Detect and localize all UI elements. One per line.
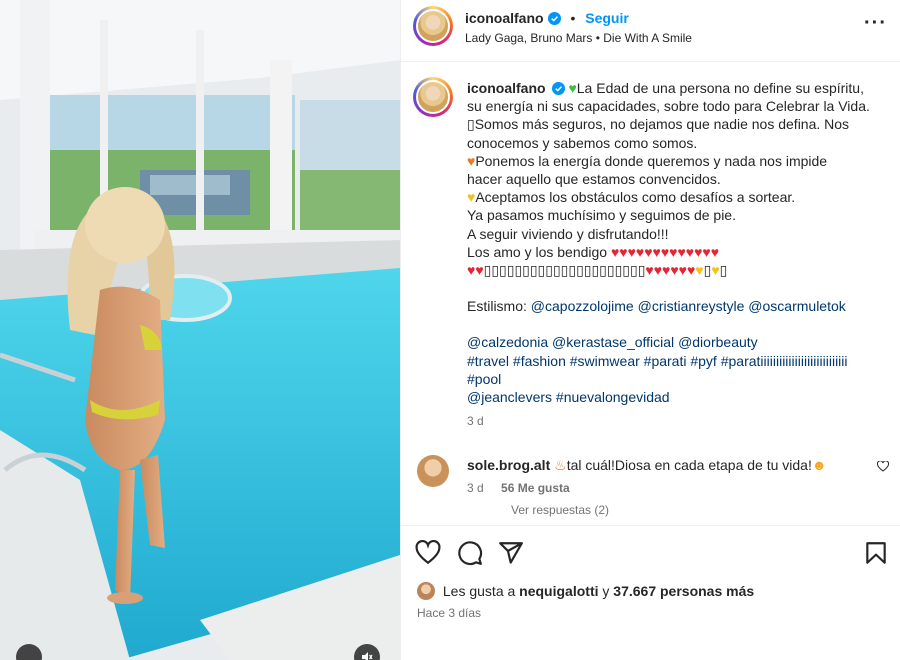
- share-icon[interactable]: [498, 540, 524, 566]
- star-struck-icon: ☻: [811, 457, 827, 473]
- mention-link[interactable]: @diorbeauty: [678, 334, 758, 350]
- view-replies-link[interactable]: Ver respuestas (2): [511, 503, 609, 517]
- post-date: Hace 3 días: [417, 606, 482, 620]
- hashtag-link[interactable]: #pool: [467, 371, 501, 387]
- likes-count[interactable]: 37.667 personas más: [613, 583, 754, 599]
- likes-joiner: y: [602, 583, 610, 599]
- mention-link[interactable]: @oscarmuletok: [748, 298, 845, 314]
- caption-line: Ponemos la energía donde queremos y nada…: [475, 152, 828, 169]
- mention-link[interactable]: @calzedonia: [467, 334, 548, 350]
- emoji-row: ♥♥▯▯▯▯▯▯▯▯▯▯▯▯▯▯▯▯▯▯▯▯▯♥♥♥♥♥♥♥▯♥▯: [467, 262, 728, 279]
- caption-line: Somos más seguros, no dejamos que nadie …: [474, 116, 850, 133]
- post-comments-area[interactable]: iconoalfano ♥La Edad de una persona no d…: [401, 63, 900, 525]
- audio-track-link[interactable]: Lady Gaga, Bruno Mars • Die With A Smile: [465, 31, 692, 45]
- green-heart-icon: ♥: [568, 80, 577, 96]
- mention-link[interactable]: @capozzolojime: [531, 298, 634, 314]
- likes-summary: Les gusta a nequigalotti y 37.667 person…: [417, 582, 754, 600]
- post-header: iconoalfano • Seguir Lady Gaga, Bruno Ma…: [401, 0, 900, 62]
- caption-line: Los amo y los bendigo: [467, 243, 608, 260]
- styling-label: Estilismo:: [467, 298, 527, 315]
- caption-line: conocemos y sabemos como somos.: [467, 134, 698, 151]
- author-row: iconoalfano • Seguir: [465, 10, 629, 26]
- hashtag-link[interactable]: #fashion: [513, 353, 566, 369]
- comment-icon[interactable]: [457, 540, 483, 566]
- hashtag-link[interactable]: #travel: [467, 353, 509, 369]
- caption-author-avatar[interactable]: [413, 77, 453, 117]
- comment-meta: 3 d 56 Me gusta: [467, 481, 570, 495]
- more-options-icon[interactable]: ···: [864, 12, 887, 35]
- comment-item: sole.brog.alt ♨tal cuál!Diosa en cada et…: [401, 451, 900, 525]
- heart-icon[interactable]: [415, 540, 441, 566]
- hashtag-link[interactable]: #nuevalongevidad: [556, 389, 670, 405]
- caption-line: hacer aquello que estamos convencidos.: [467, 171, 721, 188]
- caption-line: su energía ni sus capacidades, sobre tod…: [467, 98, 870, 115]
- likes-prefix: Les gusta a: [442, 583, 516, 599]
- instagram-post-view: iconoalfano • Seguir Lady Gaga, Bruno Ma…: [0, 0, 900, 660]
- caption-age: 3 d: [467, 414, 484, 429]
- post-caption: iconoalfano ♥La Edad de una persona no d…: [467, 79, 881, 430]
- verified-badge-icon: [547, 12, 561, 25]
- post-actions-bar: Les gusta a nequigalotti y 37.667 person…: [401, 525, 900, 637]
- hashtag-link[interactable]: #parati: [644, 353, 687, 369]
- post-side-panel: iconoalfano • Seguir Lady Gaga, Bruno Ma…: [400, 0, 900, 660]
- caption-line: A seguir viviendo y disfrutando!!!: [467, 225, 669, 242]
- bookmark-icon[interactable]: [863, 540, 889, 566]
- comment-age: 3 d: [467, 481, 484, 495]
- red-hearts-row-icon: ♥♥♥♥♥♥♥♥♥♥♥♥♥: [610, 243, 720, 260]
- caption-line: La Edad de una persona no define su espí…: [576, 80, 864, 96]
- hashtag-link[interactable]: #pyf: [690, 353, 716, 369]
- hashtag-link[interactable]: #paratiiiiiiiiiiiiiiiiiiiiiiiiiiii: [721, 353, 848, 369]
- caption-line: Aceptamos los obstáculos como desafíos a…: [475, 189, 796, 206]
- pool-scene-image: [0, 0, 400, 660]
- hashtag-link[interactable]: #swimwear: [570, 353, 640, 369]
- verified-badge-icon: [551, 82, 565, 95]
- commenter-avatar[interactable]: [417, 455, 449, 487]
- author-username[interactable]: iconoalfano: [465, 10, 544, 26]
- missing-glyph-icon: ▯: [467, 116, 475, 133]
- comment-heart-icon[interactable]: [877, 461, 889, 472]
- mention-link[interactable]: @kerastase_official: [552, 334, 674, 350]
- liker-avatar: [417, 582, 435, 600]
- commenter-username[interactable]: sole.brog.alt: [467, 457, 550, 473]
- author-avatar[interactable]: [413, 6, 453, 46]
- caption-author-username[interactable]: iconoalfano: [467, 80, 546, 96]
- post-media-video[interactable]: [0, 0, 400, 660]
- fire-icon: ♨: [554, 457, 567, 473]
- comment-body: sole.brog.alt ♨tal cuál!Diosa en cada et…: [467, 457, 867, 474]
- comment-text: tal cuál!Diosa en cada etapa de tu vida!: [566, 457, 812, 473]
- separator-dot: •: [570, 10, 576, 26]
- caption-line: Ya pasamos muchísimo y seguimos de pie.: [467, 207, 736, 224]
- liker-username[interactable]: nequigalotti: [519, 583, 598, 599]
- comment-likes[interactable]: 56 Me gusta: [501, 481, 570, 495]
- mention-link[interactable]: @jeanclevers: [467, 389, 552, 405]
- follow-button[interactable]: Seguir: [585, 10, 629, 26]
- mention-link[interactable]: @cristianreystyle: [638, 298, 745, 314]
